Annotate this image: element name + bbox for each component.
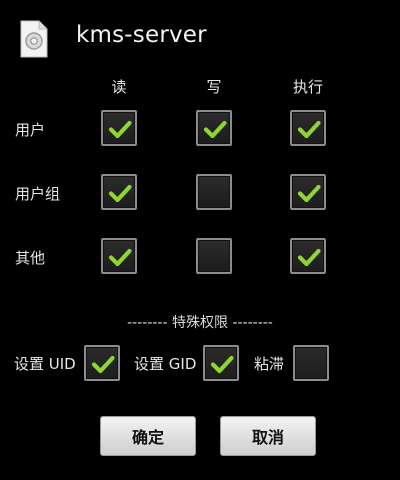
file-icon	[19, 20, 49, 58]
column-header-write: 写	[206, 78, 222, 96]
checkbox-group-execute[interactable]	[290, 174, 326, 210]
row-label-group: 用户组	[15, 185, 61, 203]
checkbox-sticky[interactable]	[293, 345, 329, 381]
column-header-execute: 执行	[292, 78, 324, 96]
checkbox-other-read[interactable]	[101, 238, 137, 274]
dialog-title: kms-server	[76, 22, 207, 48]
check-mark-icon	[108, 120, 132, 139]
checkbox-user-execute[interactable]	[290, 110, 326, 146]
checkbox-other-execute[interactable]	[290, 238, 326, 274]
check-mark-icon	[203, 120, 227, 139]
sticky-label: 粘滞	[254, 355, 285, 373]
checkbox-set-gid[interactable]	[203, 345, 239, 381]
check-mark-icon	[210, 355, 234, 374]
checkbox-other-write[interactable]	[196, 238, 232, 274]
check-mark-icon	[297, 120, 321, 139]
checkbox-user-write[interactable]	[196, 110, 232, 146]
checkbox-group-write[interactable]	[196, 174, 232, 210]
check-mark-icon	[108, 184, 132, 203]
column-header-read: 读	[111, 78, 127, 96]
checkbox-group-read[interactable]	[101, 174, 137, 210]
row-label-other: 其他	[15, 249, 46, 267]
checkbox-set-uid[interactable]	[84, 345, 120, 381]
checkbox-user-read[interactable]	[101, 110, 137, 146]
check-mark-icon	[297, 184, 321, 203]
check-mark-icon	[297, 248, 321, 267]
ok-button[interactable]: 确定	[100, 416, 196, 456]
row-label-user: 用户	[15, 121, 46, 139]
set-uid-label: 设置 UID	[14, 355, 76, 373]
dialog-title-bar: kms-server	[0, 0, 400, 74]
set-gid-label: 设置 GID	[134, 355, 197, 373]
check-mark-icon	[91, 355, 115, 374]
special-permissions-title: -------- 特殊权限 --------	[127, 315, 273, 331]
cancel-button[interactable]: 取消	[220, 416, 316, 456]
check-mark-icon	[108, 248, 132, 267]
